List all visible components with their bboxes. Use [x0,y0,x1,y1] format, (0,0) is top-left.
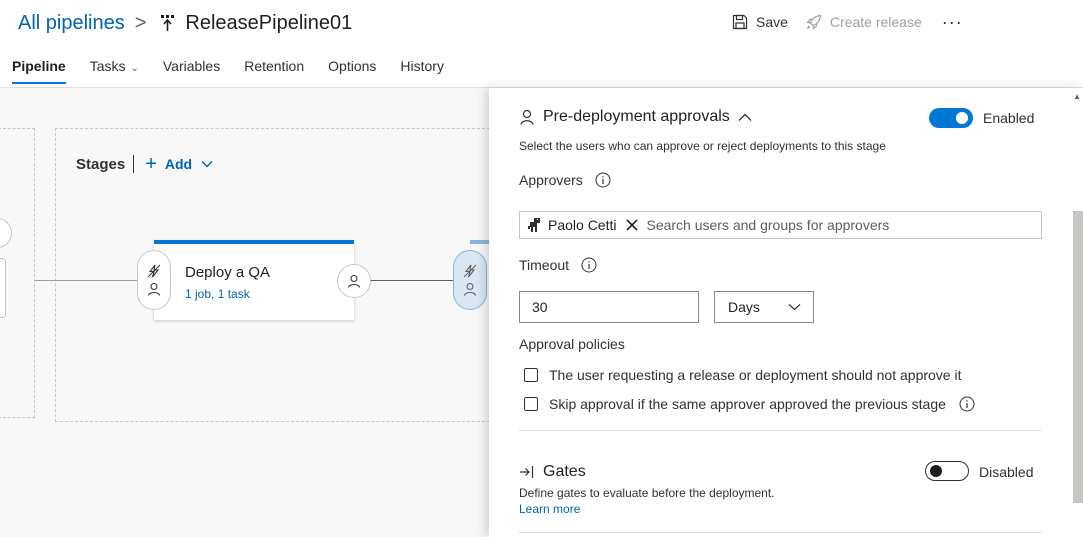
breadcrumb-separator: > [134,11,147,34]
save-label: Save [756,14,788,30]
timeout-input[interactable] [519,291,699,323]
stage-tasks-link[interactable]: 1 job, 1 task [185,287,250,301]
policy-requester-checkbox[interactable] [524,368,538,382]
chevron-down-icon [788,304,801,311]
toolbar: Save Create release ··· [732,13,963,31]
timeout-label: Timeout [519,257,570,273]
tab-retention-label: Retention [244,58,305,74]
tab-variables[interactable]: Variables [163,58,220,84]
person-icon [347,274,361,288]
policy-option: Skip approval if the same approver appro… [524,396,975,412]
approval-policies-label: Approval policies [519,336,625,352]
policy-option: The user requesting a release or deploym… [524,367,961,383]
post-deployment-conditions-button[interactable] [337,264,371,298]
tab-tasks[interactable]: Tasks ⌄ [90,58,139,84]
person-icon [520,109,534,125]
connector-line [371,280,455,281]
next-stage-conditions-button[interactable] [453,250,487,310]
add-stage-label: Add [164,156,193,172]
approver-chip: Paolo Cetti [525,216,639,234]
approver-name: Paolo Cetti [548,217,617,233]
tab-history[interactable]: History [400,58,444,84]
stage-card[interactable]: Deploy a QA 1 job, 1 task [154,240,354,320]
section-divider [519,532,1042,533]
info-icon[interactable] [959,396,975,412]
policy-skip-approval-checkbox[interactable] [524,397,538,411]
remove-approver-icon[interactable] [626,219,639,231]
approvals-toggle-label: Enabled [983,110,1035,126]
tab-history-label: History [400,58,444,74]
policy-skip-approval-label: Skip approval if the same approver appro… [549,396,946,412]
gates-description: Define gates to evaluate before the depl… [519,486,775,500]
tab-tasks-label: Tasks [89,58,126,74]
approvals-enabled-toggle[interactable] [929,108,973,128]
timeout-unit-value: Days [728,299,760,315]
plus-icon: + [145,153,157,175]
info-icon[interactable] [595,172,611,188]
timeout-label-row: Timeout [519,257,597,273]
lightning-icon [463,264,477,278]
stages-label: Stages [76,155,126,173]
gates-enabled-toggle[interactable] [925,461,969,481]
toggle-knob [930,465,942,477]
timeout-unit-select[interactable]: Days [714,291,814,323]
pre-deployment-approvals-title: Pre-deployment approvals [543,108,730,125]
gates-header[interactable]: Gates [519,463,586,481]
pipeline-tabs: Pipeline Tasks ⌄ Variables Retention Opti… [12,58,468,84]
panel-scrollbar[interactable] [1073,211,1083,503]
approvals-description: Select the users who can approve or reje… [519,139,886,153]
artifact-card[interactable] [0,258,6,318]
breadcrumb-all-pipelines-link[interactable]: All pipelines [18,12,125,35]
section-divider [519,430,1042,431]
connector-line [35,280,137,281]
person-icon [463,282,477,296]
more-actions-button[interactable]: ··· [942,13,963,31]
create-release-label: Create release [829,14,922,30]
scroll-up-arrow[interactable]: ▲ [1073,92,1081,101]
pre-deployment-approvals-header[interactable]: Pre-deployment approvals [519,108,760,126]
stage-name: Deploy a QA [185,264,271,281]
lightning-icon [147,264,161,278]
tab-retention[interactable]: Retention [244,58,304,84]
breadcrumb: All pipelines > ReleasePipeline01 [18,10,352,36]
rocket-icon [806,14,822,30]
policy-requester-label: The user requesting a release or deploym… [549,367,962,383]
info-icon[interactable] [581,257,597,273]
gate-icon [520,466,534,478]
approvers-label: Approvers [519,172,583,188]
create-release-button[interactable]: Create release [806,14,922,30]
tab-variables-label: Variables [162,58,221,74]
release-pipeline-icon [161,15,175,31]
pre-deployment-conditions-panel: ▲ Pre-deployment approvals Enabled Selec… [489,88,1083,537]
approvers-search-input[interactable] [646,217,1041,233]
tab-options-label: Options [328,58,377,74]
tab-pipeline-label: Pipeline [12,58,66,74]
stages-header: Stages + Add [76,153,213,175]
avatar [528,218,540,232]
chevron-down-icon [201,161,213,168]
save-icon [732,14,748,30]
gates-toggle-label: Disabled [979,464,1034,480]
pipeline-title: ReleasePipeline01 [185,11,353,34]
chevron-up-icon [738,113,752,121]
learn-more-link[interactable]: Learn more [519,502,580,516]
person-icon [147,282,161,296]
pre-deployment-conditions-button[interactable] [137,250,171,310]
gates-title: Gates [543,463,586,480]
stages-divider [133,155,135,173]
approvers-label-row: Approvers [519,172,611,188]
tab-options[interactable]: Options [328,58,376,84]
save-button[interactable]: Save [732,14,788,30]
next-stage-card[interactable] [470,240,490,244]
tab-pipeline[interactable]: Pipeline [12,58,66,84]
toggle-knob [956,112,968,124]
chevron-down-icon: ⌄ [130,63,139,74]
add-stage-button[interactable]: + Add [145,153,213,175]
approvers-picker[interactable]: Paolo Cetti [519,211,1042,239]
